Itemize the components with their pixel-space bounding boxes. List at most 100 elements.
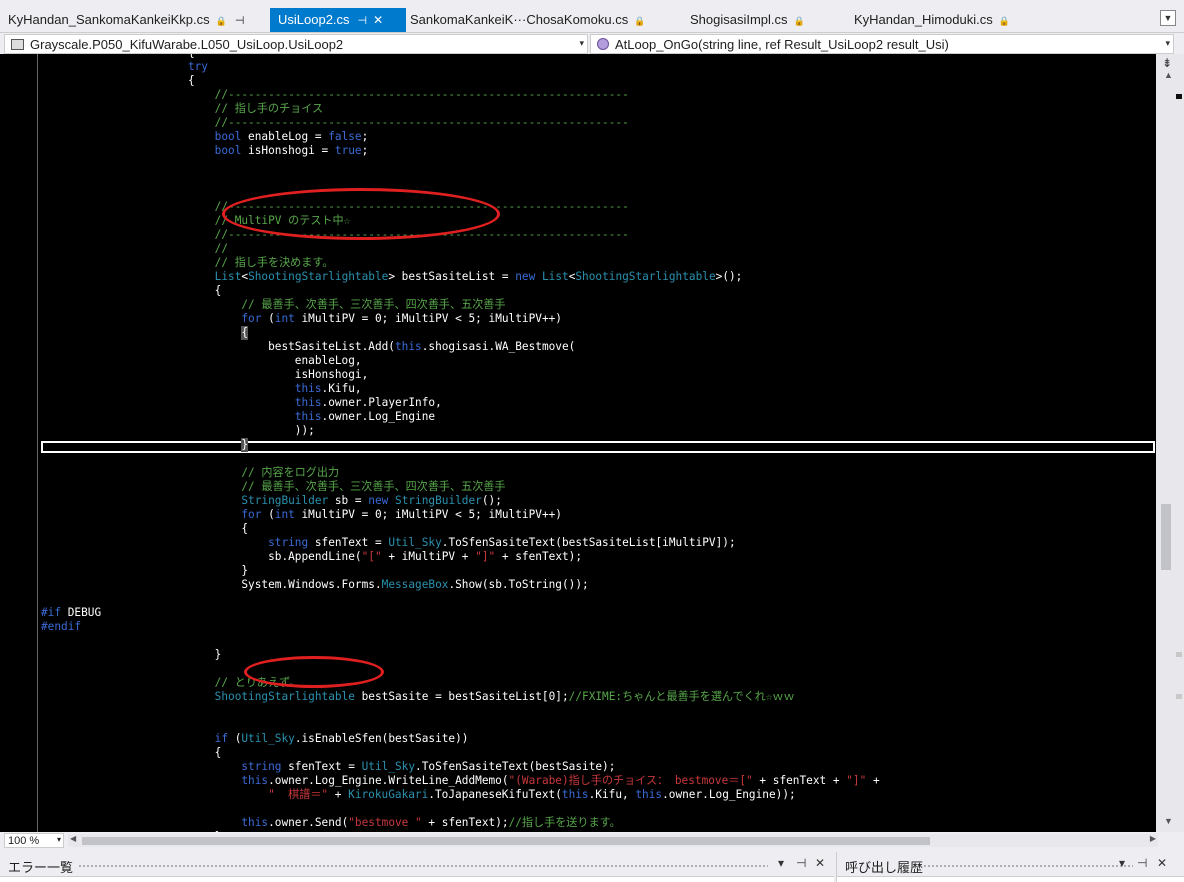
code-line[interactable]: { [41,746,222,760]
panel-drag-grip[interactable] [923,864,1133,868]
code-line[interactable]: string sfenText = Util_Sky.ToSfenSasiteT… [41,760,615,774]
code-line[interactable]: System.Windows.Forms.MessageBox.Show(sb.… [41,578,588,592]
code-line[interactable]: { [41,284,222,298]
tab-overflow-dropdown-icon[interactable]: ▼ [1160,10,1176,26]
code-line[interactable]: string sfenText = Util_Sky.ToSfenSasiteT… [41,536,736,550]
scrollbar-thumb[interactable] [82,837,930,845]
pin-icon[interactable]: ⊣ [358,15,368,27]
code-line[interactable]: isHonshogi, [41,368,368,382]
code-line[interactable]: " 棋譜＝" + KirokuGakari.ToJapaneseKifuText… [41,788,796,802]
code-line[interactable]: StringBuilder sb = new StringBuilder(); [41,494,502,508]
type-combo[interactable]: Grayscale.P050_KifuWarabe.L050_UsiLoop.U… [4,34,588,54]
pin-icon[interactable]: ⊣ [1137,856,1147,870]
code-line[interactable]: #endif [41,620,81,634]
call-hierarchy-title: 呼び出し履歴 [845,860,924,875]
tab-kyhandan-himoduki[interactable]: KyHandan_Himoduki.cs 🔒 [846,8,1018,32]
code-token: { [41,74,195,87]
panel-menu-icon[interactable]: ▾ [1119,856,1125,870]
code-line[interactable]: if (Util_Sky.isEnableSfen(bestSasite)) [41,732,469,746]
code-line[interactable]: // 内容をログ出力 [41,466,339,480]
code-line[interactable]: // 指し手のチョイス [41,102,323,116]
horizontal-scrollbar[interactable]: ◀ ▶ [68,834,1158,847]
code-line[interactable]: for (int iMultiPV = 0; iMultiPV < 5; iMu… [41,508,562,522]
chevron-down-icon[interactable]: ▾ [57,835,61,844]
scrollbar-thumb[interactable] [1161,504,1171,570]
code-line[interactable]: #if DEBUG [41,606,101,620]
tab-usiloop2[interactable]: UsiLoop2.cs ⊣ ✕ [270,8,406,32]
pin-icon[interactable]: ⊣ [235,15,245,27]
code-line[interactable]: try [41,60,208,74]
code-line[interactable]: for (int iMultiPV = 0; iMultiPV < 5; iMu… [41,312,562,326]
code-line[interactable]: } [41,438,249,452]
split-editor-icon[interactable]: ⇟ [1162,56,1172,70]
tab-label: KyHandan_Himoduki.cs [854,12,993,27]
code-line[interactable]: this.owner.PlayerInfo, [41,396,442,410]
code-token: this [635,788,663,801]
code-token: + sfenText); [495,550,583,563]
code-line[interactable]: this.owner.Log_Engine [41,410,435,424]
close-icon[interactable]: ✕ [373,13,383,27]
navigation-bar: Grayscale.P050_KifuWarabe.L050_UsiLoop.U… [0,32,1184,54]
code-line[interactable]: bool isHonshogi = true; [41,144,369,158]
code-line[interactable]: // [41,242,228,256]
code-line[interactable]: // 指し手を決めます。 [41,256,334,270]
code-editor[interactable]: { try { //------------------------------… [0,54,1156,832]
chevron-down-icon[interactable]: ▾ [1165,38,1170,49]
zoom-combo[interactable]: 100 % ▾ [4,833,64,848]
code-line[interactable]: List<ShootingStarlightable> bestSasiteLi… [41,270,743,284]
code-token: System.Windows.Forms. [41,578,382,591]
code-line[interactable]: //--------------------------------------… [41,116,629,130]
code-line[interactable]: // 最善手、次善手、三次善手、四次善手、五次善手 [41,480,505,494]
code-line[interactable]: { [41,326,249,340]
code-token: "(Warabe)指し手のチョイス： bestmove＝[" [508,774,753,787]
pin-icon[interactable]: ⊣ [796,856,806,870]
panel-drag-grip[interactable] [78,864,768,868]
vertical-scrollbar[interactable]: ⇟ ▲ ▼ [1156,54,1184,832]
code-line[interactable]: { [41,74,195,88]
panel-menu-icon[interactable]: ▾ [778,856,784,870]
code-token: try [187,60,208,73]
code-line[interactable]: sb.AppendLine("[" + iMultiPV + "]" + sfe… [41,550,582,564]
code-line[interactable]: // 最善手、次善手、三次善手、四次善手、五次善手 [41,298,505,312]
editor-margin [0,54,41,832]
code-line[interactable]: enableLog, [41,354,362,368]
code-token: ShootingStarlightable [248,270,389,283]
scroll-down-arrow-icon[interactable]: ▼ [1164,816,1173,826]
tab-shogisasiimpl[interactable]: ShogisasiImpl.cs 🔒 [682,8,813,32]
code-token: ShootingStarlightable [575,270,716,283]
code-area[interactable]: { try { //------------------------------… [41,54,1156,832]
code-line[interactable]: )); [41,424,315,438]
close-icon[interactable]: ✕ [815,856,825,870]
outline-guide [37,54,38,832]
code-line[interactable]: } [41,648,222,662]
code-token: ; [361,144,369,157]
code-line[interactable]: bestSasiteList.Add(this.shogisasi.WA_Bes… [41,340,575,354]
code-token: for [241,508,262,521]
scroll-up-arrow-icon[interactable]: ▲ [1164,70,1173,80]
tab-sankomakankei-chosakomoku[interactable]: SankomaKankeiK···ChosaKomoku.cs 🔒 [402,8,653,32]
code-line[interactable]: } [41,564,248,578]
code-line[interactable]: ShootingStarlightable bestSasite = bestS… [41,690,795,704]
code-line[interactable]: { [41,522,248,536]
scroll-right-arrow-icon[interactable]: ▶ [1150,834,1156,843]
code-line[interactable]: this.Kifu, [41,382,362,396]
code-line[interactable]: //--------------------------------------… [41,88,629,102]
chevron-down-icon[interactable]: ▾ [579,38,584,49]
code-line[interactable]: this.owner.Send("bestmove " + sfenText);… [41,816,620,830]
code-token: Util_Sky [388,536,442,549]
code-line[interactable]: this.owner.Log_Engine.WriteLine_AddMemo(… [41,774,879,788]
method-icon [597,38,609,50]
tab-kyhandan-sankomakankeikkp[interactable]: KyHandan_SankomaKankeiKkp.cs 🔒 ⊣ [0,8,252,32]
code-line[interactable]: bool enableLog = false; [41,130,369,144]
close-icon[interactable]: ✕ [1157,856,1167,870]
member-combo[interactable]: AtLoop_OnGo(string line, ref Result_UsiL… [590,34,1174,54]
scroll-left-arrow-icon[interactable]: ◀ [70,834,76,843]
